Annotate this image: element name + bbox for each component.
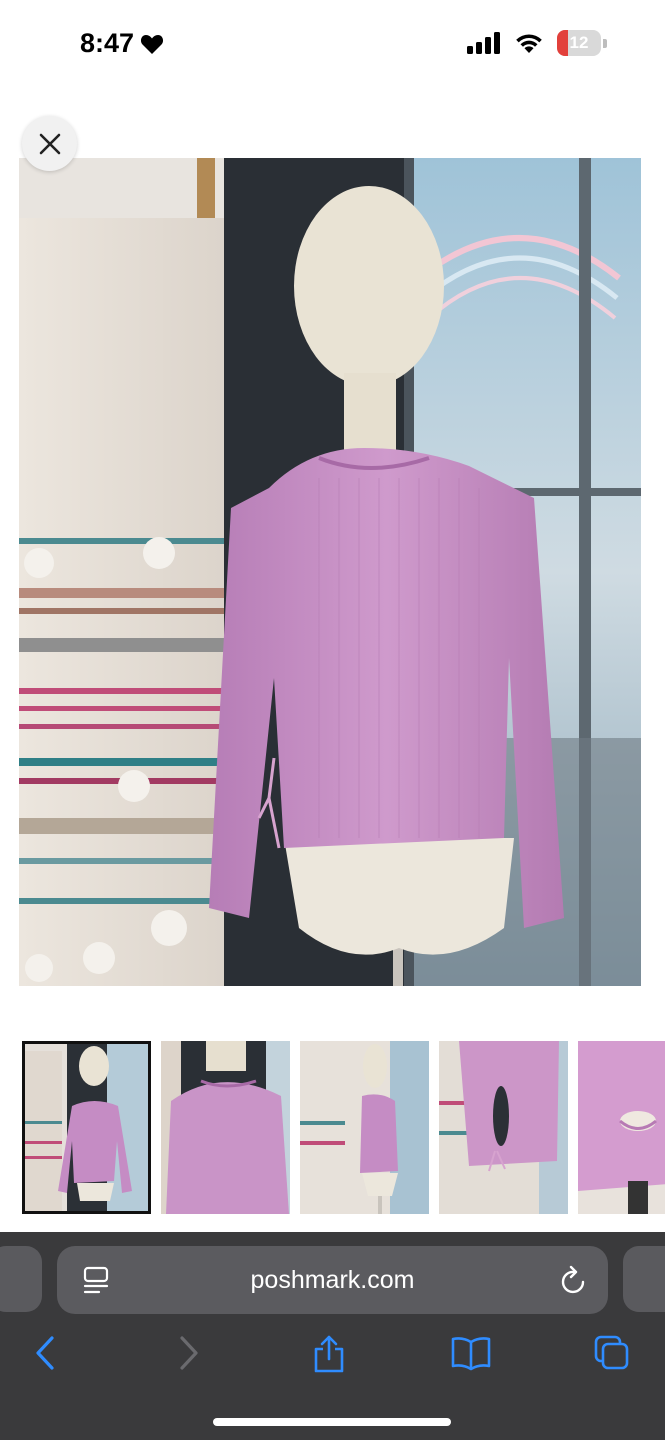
reload-icon[interactable] bbox=[560, 1265, 588, 1295]
thumbnail-2[interactable] bbox=[161, 1041, 290, 1214]
close-button[interactable] bbox=[22, 116, 77, 171]
previous-tab-preview[interactable] bbox=[0, 1246, 42, 1312]
share-icon[interactable] bbox=[313, 1335, 345, 1373]
tabs-icon[interactable] bbox=[594, 1335, 630, 1371]
address-url[interactable]: poshmark.com bbox=[251, 1266, 415, 1295]
battery-indicator: 12 bbox=[557, 30, 601, 56]
thumbnail-4[interactable] bbox=[439, 1041, 568, 1214]
wifi-icon bbox=[516, 34, 542, 53]
status-icons: 12 bbox=[467, 30, 607, 56]
poshmark-listing-page: 8:47 12 poshmark.com bbox=[0, 0, 665, 1440]
thumbnail-strip[interactable] bbox=[22, 1041, 665, 1214]
address-bar[interactable]: poshmark.com bbox=[57, 1246, 608, 1314]
status-time: 8:47 bbox=[80, 28, 164, 59]
cellular-signal-icon bbox=[467, 32, 500, 54]
back-icon[interactable] bbox=[34, 1335, 56, 1371]
thumbnail-3-image bbox=[300, 1041, 429, 1214]
thumbnail-1[interactable] bbox=[22, 1041, 151, 1214]
thumbnail-5-image bbox=[578, 1041, 665, 1214]
thumbnail-3[interactable] bbox=[300, 1041, 429, 1214]
clock: 8:47 bbox=[80, 28, 135, 58]
page-menu-icon[interactable] bbox=[83, 1266, 109, 1294]
thumbnail-2-image bbox=[161, 1041, 290, 1214]
battery-cap bbox=[603, 38, 607, 48]
next-tab-preview[interactable] bbox=[623, 1246, 665, 1312]
home-indicator[interactable] bbox=[213, 1418, 451, 1426]
bookmarks-icon[interactable] bbox=[451, 1335, 491, 1371]
heart-icon bbox=[141, 34, 164, 54]
thumbnail-4-image bbox=[439, 1041, 568, 1214]
battery-level: 12 bbox=[569, 33, 589, 52]
sweater-on-mannequin-image bbox=[19, 158, 641, 986]
forward-icon[interactable] bbox=[178, 1335, 200, 1371]
main-product-photo[interactable] bbox=[19, 158, 641, 986]
thumbnail-1-image bbox=[22, 1041, 151, 1214]
thumbnail-5[interactable] bbox=[578, 1041, 665, 1214]
close-icon bbox=[39, 133, 60, 154]
